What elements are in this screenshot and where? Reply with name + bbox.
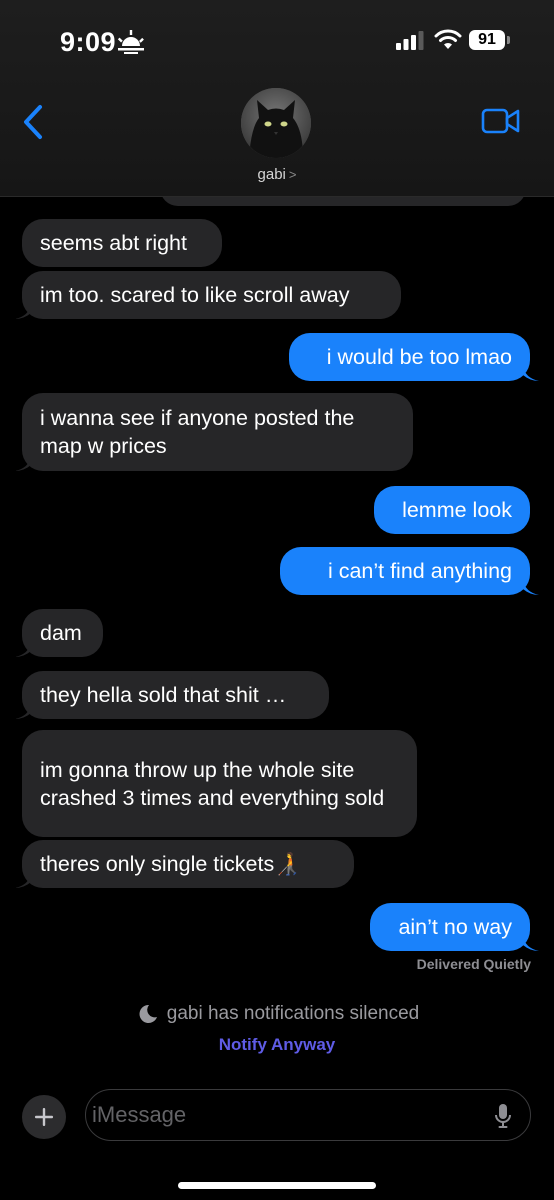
message-tail-incoming <box>15 456 31 471</box>
message-text: lemme look <box>402 498 512 522</box>
message-tail-incoming <box>15 873 31 888</box>
message-tail-incoming <box>15 304 31 319</box>
message-tail-outgoing <box>523 936 539 951</box>
silenced-notice-text: gabi has notifications silenced <box>166 1003 420 1024</box>
message-incoming[interactable]: theres only single tickets🧑‍🦯 <box>22 840 354 888</box>
message-text: seems abt right <box>40 231 187 255</box>
message-text: i would be too lmao <box>326 345 512 369</box>
contact-name[interactable]: gabi > <box>0 166 554 183</box>
back-chevron-icon[interactable] <box>20 104 46 140</box>
status-time: 9:09 <box>60 27 117 57</box>
message-incoming[interactable]: seems abt right <box>22 219 222 267</box>
message-text: ain’t no way <box>398 915 512 939</box>
home-indicator[interactable] <box>178 1182 376 1189</box>
message-outgoing[interactable]: ain’t no way <box>370 903 530 951</box>
contact-name-label: gabi <box>257 166 286 183</box>
message-tail-incoming <box>15 704 31 719</box>
message-tail-outgoing <box>523 580 539 595</box>
message-incoming[interactable]: i wanna see if anyone posted the map w p… <box>22 393 413 471</box>
message-text: dam <box>40 621 82 645</box>
message-outgoing[interactable]: i can’t find anything <box>280 547 530 595</box>
signal-icon <box>396 31 424 50</box>
contact-avatar[interactable] <box>241 88 311 158</box>
message-text: i can’t find anything <box>327 559 512 583</box>
message-text: theres only single tickets🧑‍🦯 <box>40 852 301 876</box>
imessage-input[interactable] <box>90 1092 474 1138</box>
conversation-header: 9:09 91 gabi > <box>0 0 554 197</box>
plus-icon <box>35 1108 53 1126</box>
contact-chevron-icon: > <box>288 167 297 182</box>
message-incoming[interactable]: dam <box>22 609 103 657</box>
message-incoming[interactable]: im gonna throw up the whole site crashed… <box>22 730 417 837</box>
battery-tip <box>507 36 510 44</box>
video-camera-icon[interactable] <box>481 107 521 135</box>
notify-anyway-button[interactable]: Notify Anyway <box>0 1035 554 1055</box>
message-incoming[interactable]: im too. scared to like scroll away <box>22 271 401 319</box>
message-tail-outgoing <box>523 366 539 381</box>
message-text: im too. scared to like scroll away <box>40 283 350 307</box>
battery-icon: 91 <box>469 30 505 50</box>
wifi-icon <box>434 29 462 49</box>
message-text: im gonna throw up the whole site crashed… <box>40 757 385 810</box>
message-tail-incoming <box>15 642 31 657</box>
silenced-notice: gabi has notifications silenced <box>0 1002 554 1026</box>
moon-icon <box>139 1004 157 1023</box>
plus-button[interactable] <box>22 1095 66 1139</box>
message-text: they hella sold that shit … <box>40 683 287 707</box>
delivery-status: Delivered Quietly <box>416 956 531 972</box>
message-outgoing[interactable]: i would be too lmao <box>289 333 530 381</box>
sunrise-icon <box>117 30 144 54</box>
message-composer <box>85 1089 531 1141</box>
message-outgoing[interactable]: lemme look <box>374 486 530 534</box>
message-text: i wanna see if anyone posted the map w p… <box>40 406 355 458</box>
message-incoming[interactable]: they hella sold that shit … <box>22 671 329 719</box>
microphone-icon[interactable] <box>494 1103 512 1129</box>
